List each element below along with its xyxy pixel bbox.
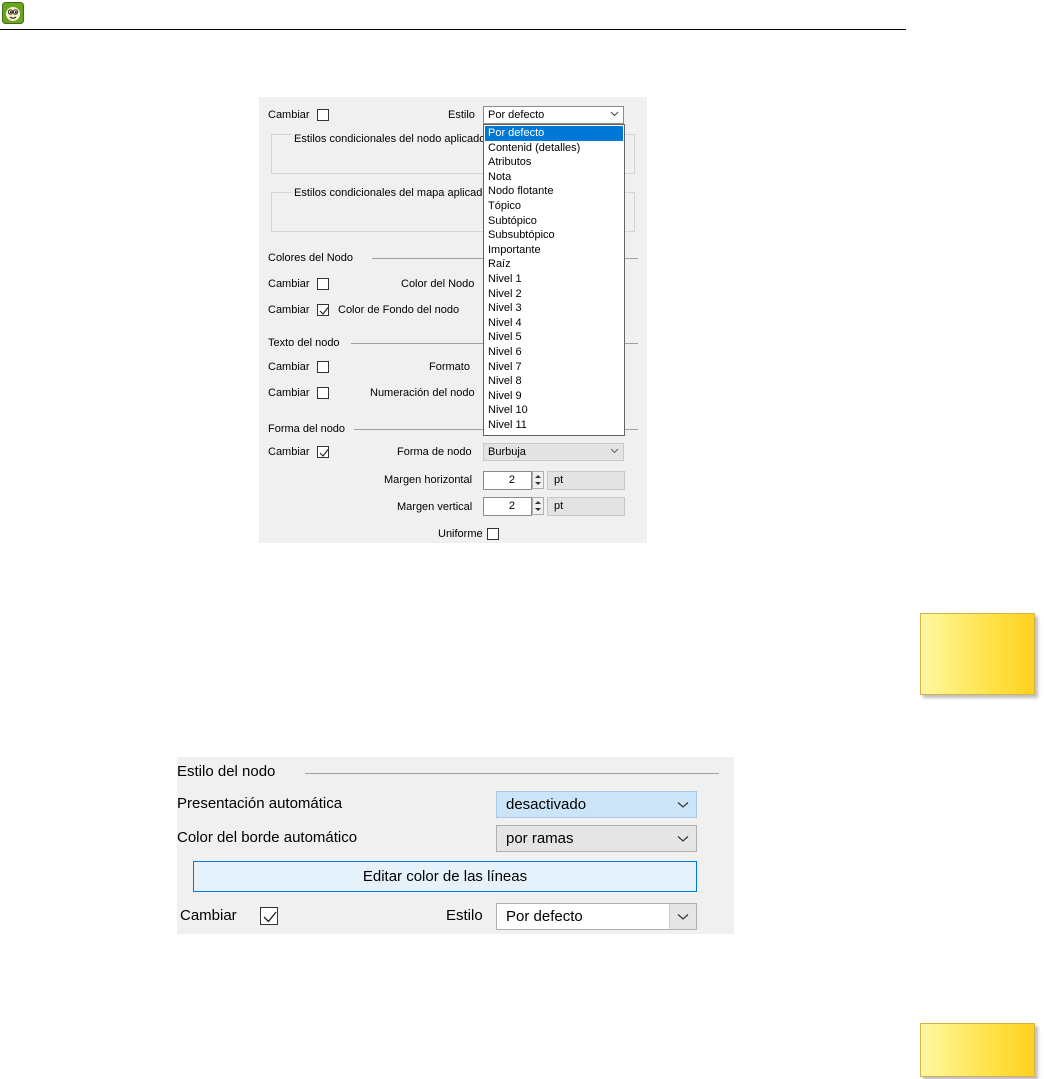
node-conditional-styles-label: Estilos condicionales del nodo aplicados (292, 133, 493, 145)
dropdown-option[interactable]: Nivel 6 (485, 345, 623, 360)
dropdown-option[interactable]: Nivel 5 (485, 330, 623, 345)
numbering-label: Numeración del nodo (370, 387, 475, 399)
h-margin-value: 2 (508, 474, 515, 486)
dropdown-option[interactable]: Nivel 8 (485, 374, 623, 389)
shape-combo-value: Burbuja (488, 446, 526, 458)
dropdown-option[interactable]: Contenid (detalles) (485, 141, 623, 156)
format-label: Formato (429, 361, 470, 373)
shape-combo[interactable]: Burbuja (483, 443, 624, 461)
style-change-label: Cambiar (268, 109, 310, 121)
header-divider (0, 29, 906, 30)
shape-change-label: Cambiar (268, 446, 310, 458)
dropdown-option[interactable]: Subsubtópico (485, 228, 623, 243)
chevron-down-icon (677, 802, 689, 808)
section-node-style: Estilo del nodo (177, 763, 276, 780)
checkmark-icon (319, 449, 329, 457)
shape-label: Forma de nodo (397, 446, 472, 458)
chevron-down-icon (677, 914, 689, 920)
uniform-label: Uniforme (438, 528, 483, 540)
dropdown-option[interactable]: Subtópico (485, 214, 623, 229)
style-combo[interactable]: Por defecto (496, 903, 697, 930)
h-margin-unit-value: pt (554, 474, 564, 486)
h-margin-spinner[interactable]: 2 (483, 471, 532, 490)
sticky-note (920, 613, 1035, 695)
node-color-change-checkbox[interactable] (317, 278, 329, 290)
format-change-label: Cambiar (268, 361, 310, 373)
chevron-down-icon (610, 448, 619, 454)
dropdown-option[interactable]: Nivel 10 (485, 403, 623, 418)
dropdown-option[interactable]: Importante (485, 243, 623, 258)
auto-border-value: por ramas (506, 830, 574, 847)
v-margin-label: Margen vertical (397, 501, 473, 513)
dropdown-option[interactable]: Nivel 3 (485, 301, 623, 316)
auto-layout-combo[interactable]: desactivado (496, 791, 697, 818)
node-style-panel: Estilo del nodo Presentación automática … (177, 757, 734, 934)
v-margin-value: 2 (508, 500, 515, 512)
style-change-checkbox[interactable] (317, 109, 329, 121)
shape-change-checkbox[interactable] (317, 446, 329, 458)
style-label: Estilo (446, 907, 483, 924)
sticky-note (920, 1023, 1035, 1077)
auto-border-combo[interactable]: por ramas (496, 825, 697, 852)
dropdown-option[interactable]: Nivel 1 (485, 272, 623, 287)
style-combo[interactable]: Por defecto (483, 106, 624, 124)
chevron-down-icon (677, 836, 689, 842)
numbering-change-checkbox[interactable] (317, 387, 329, 399)
app-logo-icon (2, 2, 24, 24)
section-node-colors: Colores del Nodo (268, 252, 353, 264)
uniform-checkbox[interactable] (487, 528, 499, 540)
section-node-text: Texto del nodo (268, 337, 340, 349)
dropdown-option[interactable]: Nivel 7 (485, 360, 623, 375)
dropdown-option[interactable]: Nivel 4 (485, 316, 623, 331)
dropdown-option[interactable]: Nota (485, 170, 623, 185)
map-conditional-styles-label: Estilos condicionales del mapa aplicados (292, 187, 496, 199)
node-bg-color-label: Color de Fondo del nodo (338, 304, 460, 316)
checkmark-icon (319, 307, 329, 315)
auto-border-label: Color del borde automático (177, 829, 358, 846)
change-label: Cambiar (180, 907, 237, 924)
numbering-change-label: Cambiar (268, 387, 310, 399)
change-checkbox[interactable] (260, 907, 278, 925)
dropdown-option[interactable]: Nivel 2 (485, 287, 623, 302)
format-change-checkbox[interactable] (317, 361, 329, 373)
v-margin-unit-value: pt (554, 500, 564, 512)
dropdown-option[interactable]: Por defecto (485, 126, 623, 141)
section-divider (305, 773, 719, 774)
dropdown-option[interactable]: Atributos (485, 155, 623, 170)
v-margin-spin-button[interactable] (532, 497, 544, 515)
bg-color-change-checkbox[interactable] (317, 304, 329, 316)
spin-arrows-icon (535, 501, 541, 511)
dropdown-option[interactable]: Raíz (485, 257, 623, 272)
h-margin-label: Margen horizontal (384, 474, 473, 486)
v-margin-unit[interactable]: pt (547, 497, 625, 516)
dropdown-option[interactable]: Nivel 11 (485, 418, 623, 433)
h-margin-unit[interactable]: pt (547, 471, 625, 490)
edit-line-color-button[interactable]: Editar color de las líneas (193, 861, 697, 892)
section-node-shape: Forma del nodo (268, 423, 346, 435)
style-combo-value: Por defecto (488, 109, 545, 121)
style-label: Estilo (448, 109, 475, 121)
dropdown-option[interactable]: Tópico (485, 199, 623, 214)
h-margin-spin-button[interactable] (532, 471, 544, 489)
dropdown-option[interactable]: Nodo flotante (485, 184, 623, 199)
bg-color-change-label: Cambiar (268, 304, 310, 316)
chevron-down-icon (610, 111, 619, 117)
style-dropdown-list[interactable]: Por defecto Contenid (detalles) Atributos N… (483, 124, 625, 436)
auto-layout-label: Presentación automática (177, 795, 343, 812)
auto-layout-value: desactivado (506, 796, 587, 813)
spin-arrows-icon (535, 475, 541, 485)
checkmark-icon (263, 911, 277, 923)
node-color-change-label: Cambiar (268, 278, 310, 290)
style-combo-value: Por defecto (506, 908, 583, 925)
dropdown-option[interactable]: Nivel 9 (485, 389, 623, 404)
v-margin-spinner[interactable]: 2 (483, 497, 532, 516)
node-color-label: Color del Nodo (401, 278, 475, 290)
